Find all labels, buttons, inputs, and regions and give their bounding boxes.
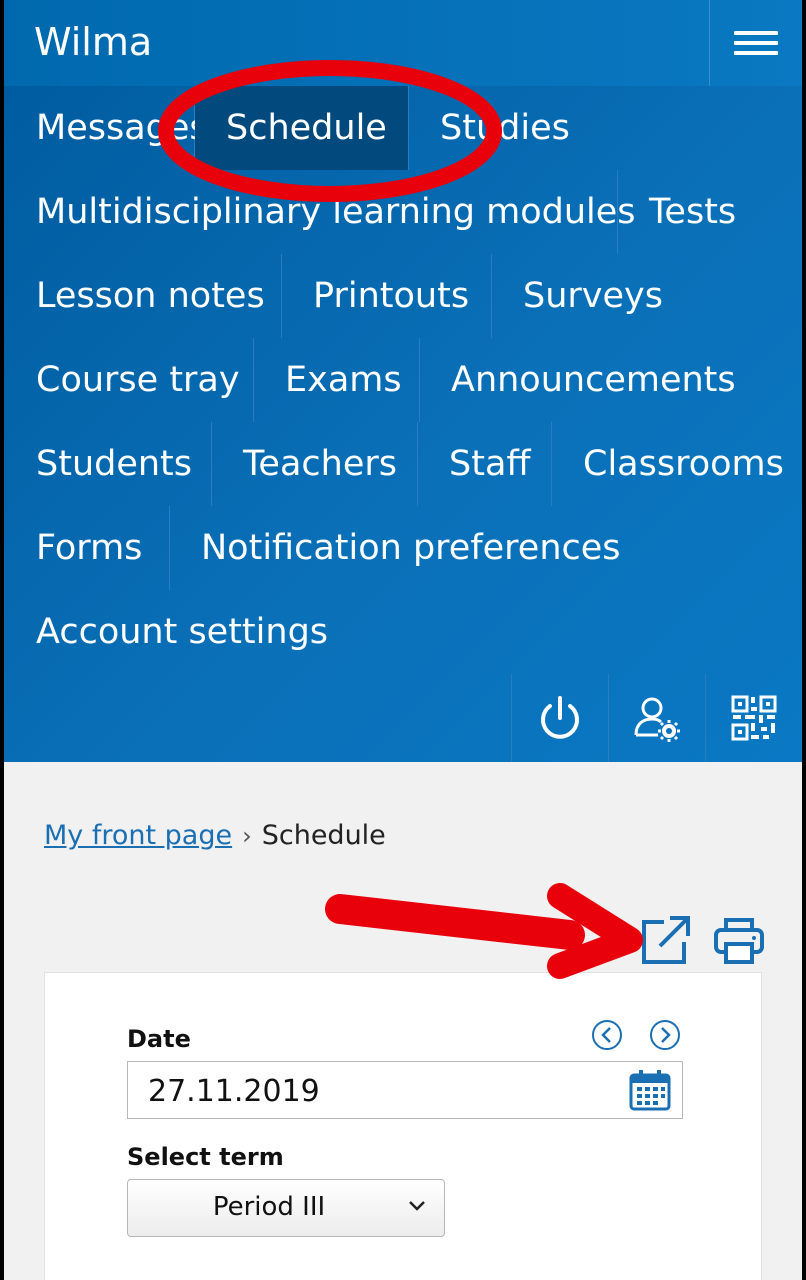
nav-row: Multidisciplinary learning modules Tests (4, 170, 802, 254)
nav-item-multidisciplinary-modules[interactable]: Multidisciplinary learning modules (4, 170, 636, 254)
top-bar: Wilma (4, 0, 802, 87)
previous-date-button[interactable] (591, 1019, 623, 1051)
nav-row: Course tray Exams Announcements (4, 338, 802, 422)
nav-item-studies[interactable]: Studies (409, 86, 601, 170)
qr-code-icon (731, 695, 777, 741)
nav-item-staff[interactable]: Staff (418, 422, 552, 506)
user-settings-icon (634, 697, 680, 742)
breadcrumb: My front page › Schedule (44, 820, 386, 851)
nav-icon-row (511, 674, 802, 762)
nav-item-forms[interactable]: Forms (4, 506, 170, 590)
nav-row: Account settings (4, 590, 802, 674)
print-icon (714, 918, 764, 964)
menu-button[interactable] (709, 0, 802, 86)
main-navigation: Messages Schedule Studies Multidisciplin… (4, 86, 802, 762)
nav-item-course-tray[interactable]: Course tray (4, 338, 254, 422)
nav-item-classrooms[interactable]: Classrooms (552, 422, 802, 506)
date-field (127, 1061, 683, 1119)
date-input[interactable] (148, 1072, 588, 1110)
calendar-icon[interactable] (628, 1068, 672, 1112)
nav-item-notification-preferences[interactable]: Notification preferences (170, 506, 652, 590)
main-content: My front page › Schedule Date 27.11.2019… (4, 762, 802, 1280)
schedule-filter-panel: Date 27.11.2019 Select term Period III (44, 972, 762, 1280)
nav-item-lesson-notes[interactable]: Lesson notes (4, 254, 282, 338)
open-external-button[interactable] (638, 914, 692, 972)
chevron-down-icon (409, 1201, 425, 1211)
qr-code-button[interactable] (705, 674, 802, 762)
breadcrumb-current: Schedule (261, 820, 386, 851)
breadcrumb-separator: › (242, 822, 252, 850)
print-button[interactable] (712, 914, 766, 972)
term-label: Select term (127, 1143, 284, 1171)
nav-item-announcements[interactable]: Announcements (420, 338, 767, 422)
term-select[interactable]: Period III (127, 1179, 445, 1237)
nav-item-messages[interactable]: Messages (4, 86, 208, 170)
term-select-value: Period III (212, 1192, 326, 1222)
nav-item-tests[interactable]: Tests (618, 170, 767, 254)
nav-item-exams[interactable]: Exams (254, 338, 420, 422)
logout-button[interactable] (511, 674, 608, 762)
hamburger-icon (734, 31, 778, 55)
next-date-button[interactable] (649, 1019, 681, 1051)
nav-row: Lesson notes Printouts Surveys (4, 254, 802, 338)
nav-row: Forms Notification preferences (4, 506, 802, 590)
nav-item-schedule[interactable]: Schedule (195, 86, 409, 170)
nav-item-account-settings[interactable]: Account settings (4, 590, 359, 674)
open-external-icon (642, 916, 690, 964)
nav-item-teachers[interactable]: Teachers (212, 422, 418, 506)
app-frame: Wilma Messages Schedule Studies Multidis… (4, 0, 802, 1280)
nav-row: Students Teachers Staff Classrooms (4, 422, 802, 506)
user-settings-button[interactable] (608, 674, 705, 762)
nav-row: Messages Schedule Studies (4, 86, 802, 170)
power-icon (541, 696, 579, 739)
nav-item-surveys[interactable]: Surveys (492, 254, 694, 338)
app-title: Wilma (34, 20, 153, 64)
breadcrumb-home-link[interactable]: My front page (44, 820, 232, 851)
nav-item-students[interactable]: Students (4, 422, 212, 506)
date-label: Date (127, 1025, 191, 1053)
nav-item-printouts[interactable]: Printouts (282, 254, 492, 338)
